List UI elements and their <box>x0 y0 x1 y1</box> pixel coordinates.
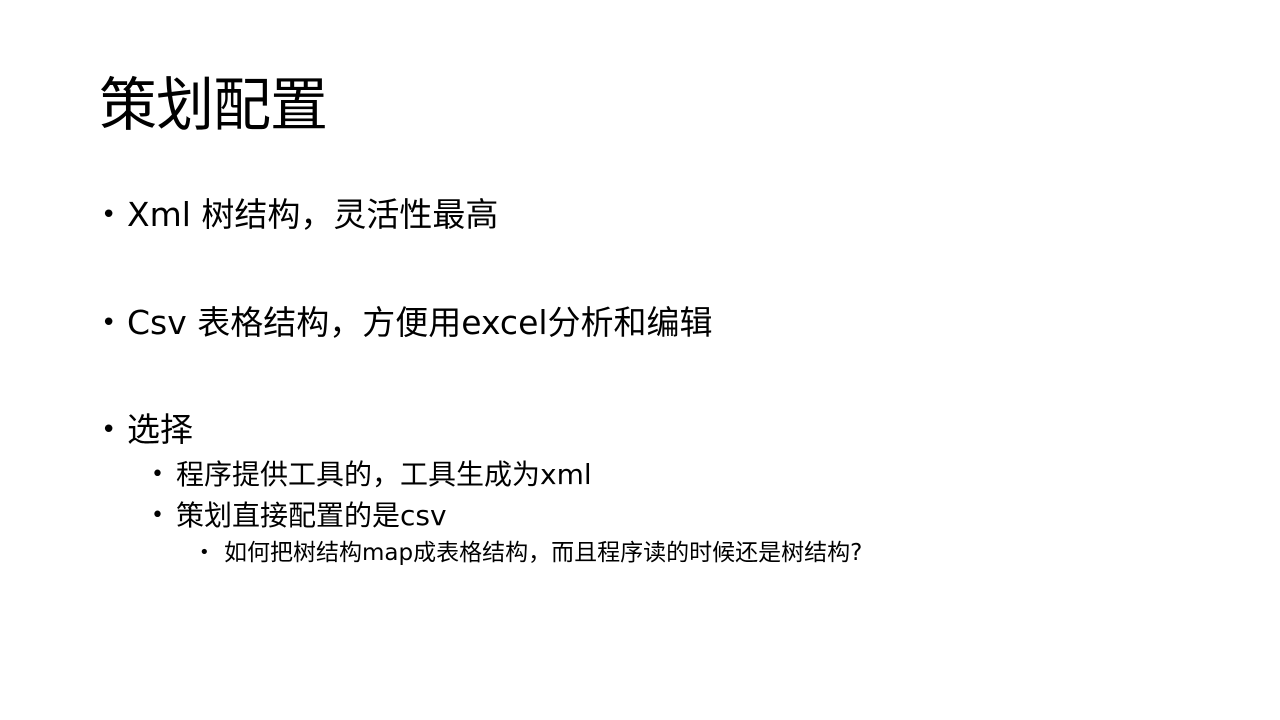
sub-bullet-item: • 策划直接配置的是csv <box>151 497 447 535</box>
bullet-dot-icon: • <box>199 542 210 563</box>
bullet-text: 选择 <box>127 410 193 449</box>
bullet-dot-icon: • <box>101 415 117 445</box>
bullet-item: • Xml 树结构，灵活性最高 <box>101 193 498 237</box>
sub-bullet-item: • 程序提供工具的，工具生成为xml <box>151 456 592 494</box>
bullet-item: • 选择 <box>101 408 193 452</box>
bullet-dot-icon: • <box>151 503 164 528</box>
bullet-text: Csv 表格结构，方便用excel分析和编辑 <box>127 303 713 342</box>
slide-title: 策划配置 <box>99 71 328 139</box>
bullet-dot-icon: • <box>151 462 164 487</box>
slide: 策划配置 • Xml 树结构，灵活性最高 • Csv 表格结构，方便用excel… <box>0 0 1280 720</box>
bullet-dot-icon: • <box>101 200 117 230</box>
bullet-item: • Csv 表格结构，方便用excel分析和编辑 <box>101 301 713 345</box>
sub-bullet-text: 策划直接配置的是csv <box>176 499 447 532</box>
sub-sub-bullet-item: • 如何把树结构map成表格结构，而且程序读的时候还是树结构? <box>199 537 862 569</box>
bullet-text: Xml 树结构，灵活性最高 <box>127 195 499 234</box>
sub-sub-bullet-text: 如何把树结构map成表格结构，而且程序读的时候还是树结构? <box>224 540 863 566</box>
sub-bullet-text: 程序提供工具的，工具生成为xml <box>176 458 592 491</box>
bullet-dot-icon: • <box>101 308 117 338</box>
